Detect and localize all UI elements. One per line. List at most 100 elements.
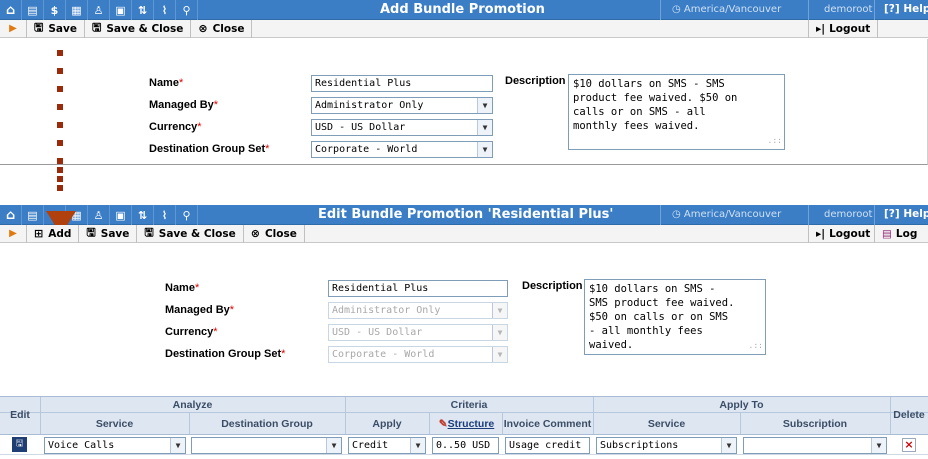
managed-by-select[interactable]: Administrator Only ▼ [311, 97, 493, 114]
add-button[interactable]: ⊞ Add [26, 224, 78, 243]
chevron-down-icon: ▼ [477, 98, 492, 113]
nav-icon-bar: ⌂ ▤ $ ▦ ♙ ▣ ⇅ ⌇ ⚲ [0, 0, 198, 20]
description-textarea[interactable]: $10 dollars on SMS - SMS product fee wai… [568, 74, 785, 150]
log-button[interactable]: ▤ Log [874, 225, 924, 243]
grid-icon[interactable]: ▦ [66, 0, 88, 20]
log-icon: ▤ [882, 228, 892, 240]
chevron-down-icon: ▼ [492, 347, 507, 362]
save-close-button[interactable]: 🖫 Save & Close [136, 224, 242, 243]
help-icon: [?] [884, 208, 904, 220]
subscription-column-header: Subscription [782, 418, 848, 430]
save-button[interactable]: 🖫 Save [26, 19, 84, 38]
nav-icon-bar-2: ⌂ ▤ $ ▦ ♙ ▣ ⇅ ⌇ ⚲ [0, 205, 198, 225]
top-header-bar: ⌂ ▤ $ ▦ ♙ ▣ ⇅ ⌇ ⚲ Add Bundle Promotion ◷… [0, 0, 928, 20]
user-name[interactable]: demoroot [824, 4, 872, 15]
customers-icon[interactable]: ▣ [110, 205, 132, 225]
logout-button[interactable]: ▸| Logout [808, 225, 877, 243]
toolbar: ▶ 🖫 Save 🖫 Save & Close ⊗ Close ▸| Logout [0, 19, 928, 38]
close-icon: ⊗ [198, 22, 208, 35]
add-form-panel: Name* Managed By* Currency* Destination … [0, 39, 928, 165]
resize-grip-icon[interactable]: .:: [768, 134, 782, 148]
subscription-select[interactable]: ▼ [743, 437, 887, 454]
resize-grip-icon[interactable]: .:: [749, 339, 763, 353]
destination-group-column-header: Destination Group [221, 418, 313, 430]
analyze-group-header: Analyze [172, 399, 213, 411]
name-label: Name* [149, 77, 184, 89]
floppy-icon: 🖫 [86, 226, 96, 239]
close-button[interactable]: ⊗ Close [190, 19, 253, 38]
name-input[interactable]: Residential Plus [311, 75, 493, 92]
chart-icon[interactable]: ⌇ [154, 0, 176, 20]
edit-page-title: Edit Bundle Promotion 'Residential Plus' [318, 207, 614, 222]
help-link[interactable]: [?] Help [884, 208, 928, 220]
managed-by-label: Managed By* [149, 99, 219, 111]
clock-icon: ◷ [672, 209, 684, 220]
help-icon: [?] [884, 3, 904, 15]
delete-icon[interactable]: × [902, 438, 916, 452]
collapse-arrow-icon[interactable]: ▶ [0, 23, 26, 34]
chevron-down-icon: ▼ [410, 438, 425, 453]
currency-label: Currency* [165, 326, 218, 338]
logout-button[interactable]: ▸| Logout [808, 20, 879, 38]
timezone-link[interactable]: ◷ America/Vancouver [672, 209, 781, 220]
page-title: Add Bundle Promotion [380, 2, 545, 17]
destination-group-set-select: Corporate - World ▼ [328, 346, 508, 363]
transfer-icon[interactable]: ⇅ [132, 205, 154, 225]
structure-column-header[interactable]: ✎Structure [431, 418, 502, 430]
chevron-down-icon: ▼ [492, 303, 507, 318]
list-icon[interactable]: ▤ [22, 205, 44, 225]
apply-service-select[interactable]: Subscriptions ▼ [596, 437, 737, 454]
managed-by-select: Administrator Only ▼ [328, 302, 508, 319]
chevron-down-icon: ▼ [477, 142, 492, 157]
user-name[interactable]: demoroot [824, 209, 872, 220]
collapse-arrow-icon[interactable]: ▶ [0, 228, 26, 239]
currency-label: Currency* [149, 121, 202, 133]
person-icon[interactable]: ♙ [88, 205, 110, 225]
chart-icon[interactable]: ⌇ [154, 205, 176, 225]
apply-to-group-header: Apply To [719, 399, 764, 411]
service-select[interactable]: Voice Calls ▼ [44, 437, 186, 454]
service-column-header: Service [95, 418, 134, 430]
search-icon[interactable]: ⚲ [176, 0, 198, 20]
destination-group-set-label: Destination Group Set* [149, 143, 270, 155]
invoice-comment-input[interactable]: Usage credit [505, 437, 590, 454]
save-close-button[interactable]: 🖫 Save & Close [84, 19, 190, 38]
person-icon[interactable]: ♙ [88, 0, 110, 20]
description-textarea[interactable]: $10 dollars on SMS - SMS product fee wai… [584, 279, 766, 355]
save-close-icon: 🖫 [144, 226, 154, 239]
transfer-icon[interactable]: ⇅ [132, 0, 154, 20]
close-button[interactable]: ⊗ Close [242, 224, 305, 243]
delete-column-header: Delete [893, 409, 925, 421]
edit-header-bar: ⌂ ▤ $ ▦ ♙ ▣ ⇅ ⌇ ⚲ Edit Bundle Promotion … [0, 205, 928, 225]
save-close-icon: 🖫 [92, 21, 102, 34]
save-button[interactable]: 🖫 Save [78, 224, 136, 243]
pencil-icon: ✎ [438, 418, 448, 430]
structure-input[interactable]: 0..50 USD - [432, 437, 499, 454]
customers-icon[interactable]: ▣ [110, 0, 132, 20]
chevron-down-icon: ▼ [492, 325, 507, 340]
destination-group-set-select[interactable]: Corporate - World ▼ [311, 141, 493, 158]
clock-icon: ◷ [672, 4, 684, 15]
apply-select[interactable]: Credit ▼ [348, 437, 426, 454]
currency-select[interactable]: USD - US Dollar ▼ [311, 119, 493, 136]
name-input[interactable]: Residential Plus [328, 280, 508, 297]
description-label: Description [505, 75, 566, 87]
name-label: Name* [165, 282, 200, 294]
apply-column-header: Apply [372, 418, 402, 430]
timezone-link[interactable]: ◷ America/Vancouver [672, 4, 781, 15]
help-link[interactable]: [?] Help [884, 3, 928, 15]
list-icon[interactable]: ▤ [22, 0, 44, 20]
managed-by-label: Managed By* [165, 304, 235, 316]
home-icon[interactable]: ⌂ [0, 0, 22, 20]
invoice-comment-column-header: Invoice Comment [503, 418, 592, 430]
criteria-group-header: Criteria [450, 399, 488, 411]
destination-group-select[interactable]: ▼ [191, 437, 342, 454]
home-icon[interactable]: ⌂ [0, 205, 22, 225]
description-label: Description [522, 280, 583, 292]
save-row-icon[interactable]: 🖫 [12, 437, 27, 452]
search-icon[interactable]: ⚲ [176, 205, 198, 225]
table-row: 🖫 Voice Calls ▼ ▼ Credit ▼ 0..50 USD - Usa… [0, 434, 928, 455]
dollar-icon[interactable]: $ [44, 0, 66, 20]
apply-service-column-header: Service [647, 418, 686, 430]
logout-icon: ▸| [816, 228, 826, 240]
